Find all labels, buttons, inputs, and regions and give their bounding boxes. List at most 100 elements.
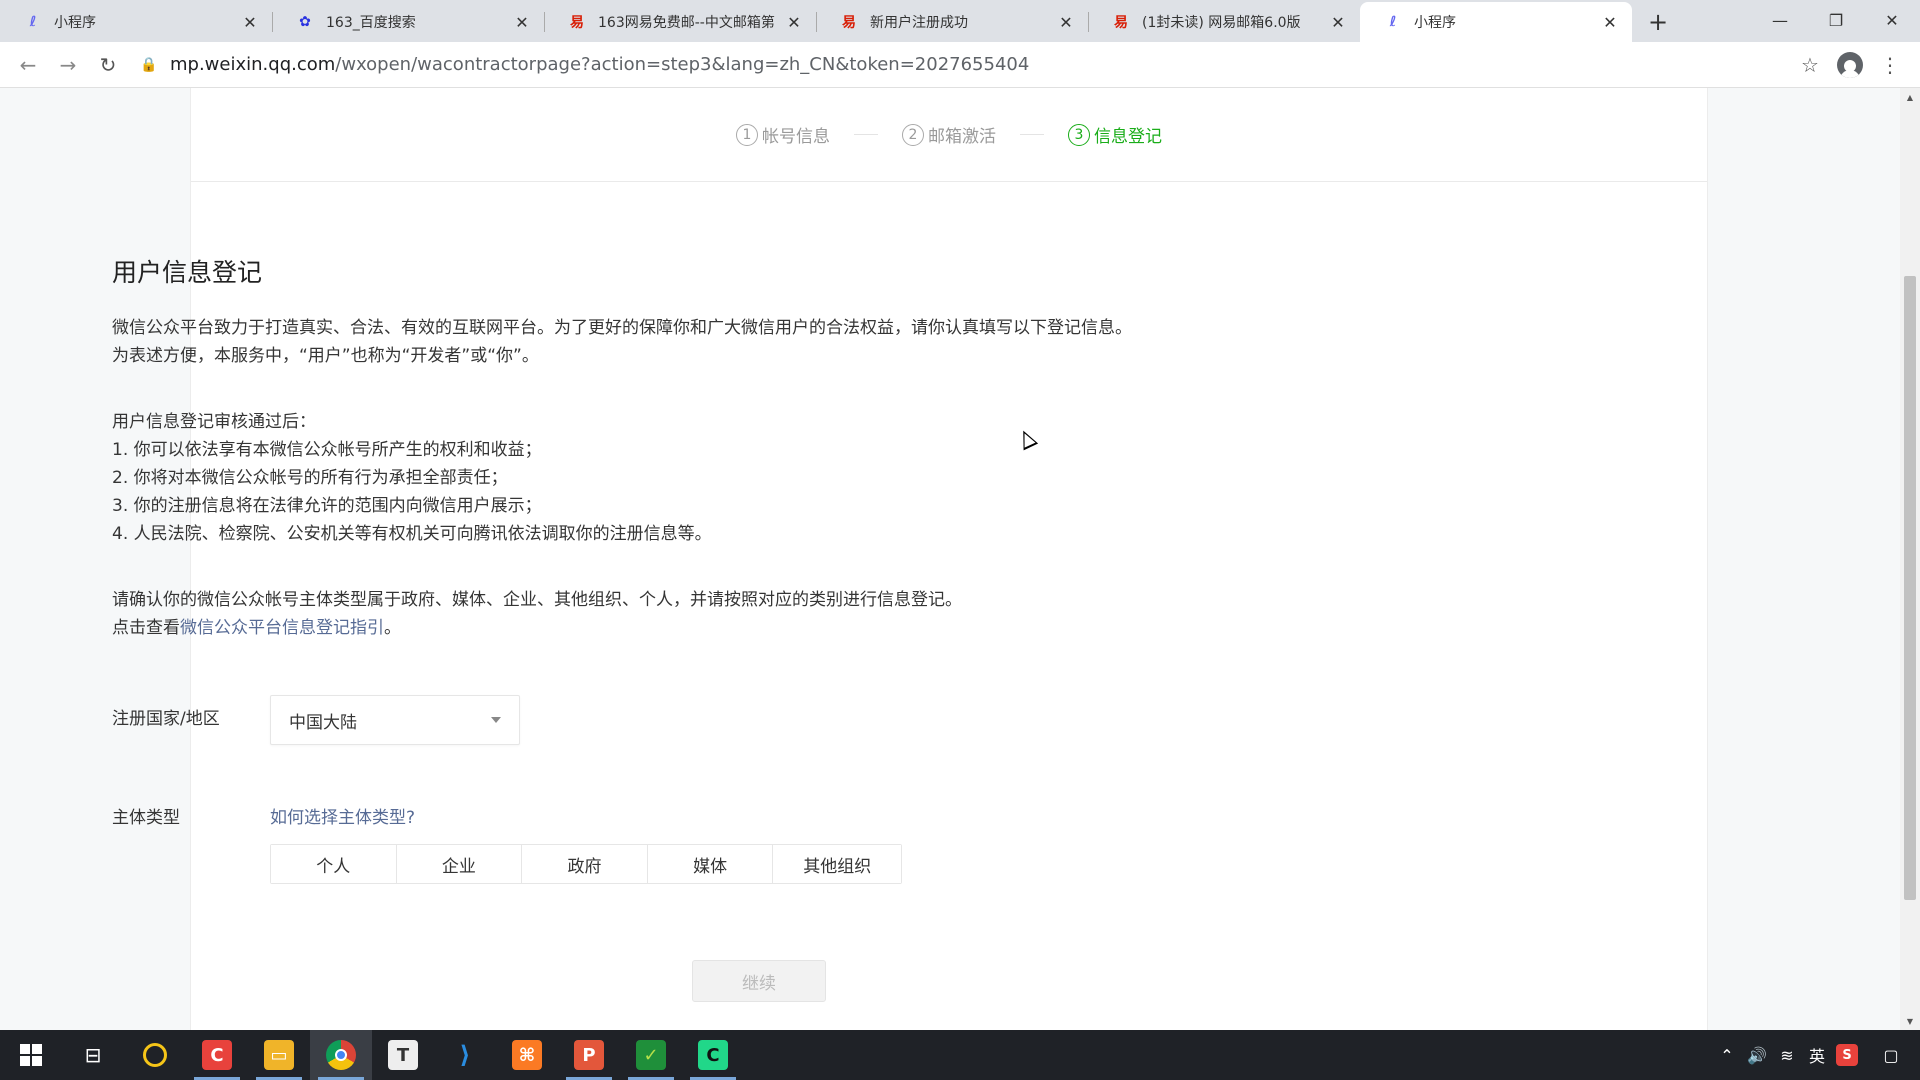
taskbar-app[interactable]: C (682, 1030, 744, 1080)
forward-arrow-icon[interactable]: → (48, 45, 88, 85)
chrome-icon (326, 1040, 356, 1070)
close-window-icon[interactable]: ✕ (1864, 0, 1920, 40)
page-title: 用户信息登记 (112, 258, 263, 287)
tab-close-icon[interactable]: ✕ (1056, 12, 1076, 32)
minimize-icon[interactable]: — (1752, 0, 1808, 40)
approval-item: 3. 你的注册信息将在法律允许的范围内向微信用户展示； (112, 496, 542, 516)
wechat-devtools-icon: ✓ (636, 1040, 666, 1070)
guide-link[interactable]: 微信公众平台信息登记指引 (180, 618, 384, 638)
app-c-green-icon: C (698, 1040, 728, 1070)
scroll-down-arrow-icon[interactable]: ▼ (1900, 1012, 1920, 1030)
scrollbar-thumb[interactable] (1904, 276, 1916, 900)
country-value: 中国大陆 (289, 712, 357, 733)
step-progress: 1 帐号信息 2 邮箱激活 3 信息登记 (191, 88, 1707, 182)
browser-tab[interactable]: 易 163网易免费邮--中文邮箱第 ✕ (544, 2, 816, 42)
caret-down-icon (491, 717, 501, 723)
entity-type-enterprise[interactable]: 企业 (396, 845, 523, 883)
step-separator (854, 134, 878, 135)
profile-avatar[interactable] (1830, 45, 1870, 85)
scroll-up-arrow-icon[interactable]: ▲ (1900, 88, 1920, 106)
tab-title: 163网易免费邮--中文邮箱第 (598, 15, 775, 31)
browser-tab[interactable]: 易 新用户注册成功 ✕ (816, 2, 1088, 42)
menu-kebab-icon[interactable]: ⋮ (1870, 45, 1910, 85)
entity-type-individual[interactable]: 个人 (271, 845, 397, 883)
step-email-activation: 2 邮箱激活 (902, 122, 996, 147)
tray-chevron-up-icon[interactable]: ⌃ (1712, 1030, 1742, 1080)
page-viewport: 1 帐号信息 2 邮箱激活 3 信息登记 用户信息登记 微信公众平台致力于打造真… (0, 88, 1920, 1030)
powerpoint-icon: P (574, 1040, 604, 1070)
continue-button[interactable]: 继续 (692, 960, 826, 1002)
new-tab-button[interactable]: + (1638, 2, 1678, 42)
taskbar-app[interactable]: P (558, 1030, 620, 1080)
circle-app-icon (143, 1043, 167, 1067)
taskbar-app[interactable]: ⟩ (434, 1030, 496, 1080)
guide-prefix: 点击查看 (112, 618, 180, 638)
back-arrow-icon[interactable]: ← (8, 45, 48, 85)
tab-close-icon[interactable]: ✕ (512, 12, 532, 32)
taskbar-app[interactable]: ✓ (620, 1030, 682, 1080)
file-explorer-icon: ▭ (264, 1040, 294, 1070)
entity-type-segmented: 个人 企业 政府 媒体 其他组织 (270, 844, 902, 884)
tab-close-icon[interactable]: ✕ (240, 12, 260, 32)
tab-title: (1封未读) 网易邮箱6.0版 (1142, 15, 1301, 31)
netease-icon: 易 (842, 15, 856, 31)
taskbar-app[interactable]: ⌘ (496, 1030, 558, 1080)
tab-title: 新用户注册成功 (870, 15, 968, 31)
country-select[interactable]: 中国大陆 (270, 695, 520, 745)
miniprogram-icon: ℓ (1389, 14, 1397, 30)
notification-icon[interactable]: ▢ (1876, 1030, 1906, 1080)
step-label: 信息登记 (1094, 127, 1162, 147)
taskbar-app[interactable]: ▭ (248, 1030, 310, 1080)
browser-tab[interactable]: ℓ 小程序 ✕ (0, 2, 272, 42)
approval-item: 1. 你可以依法享有本微信公众帐号所产生的权利和收益； (112, 440, 542, 460)
reload-icon[interactable]: ↻ (88, 45, 128, 85)
entity-type-help-link[interactable]: 如何选择主体类型? (270, 804, 902, 832)
country-row: 注册国家/地区 中国大陆 (112, 695, 520, 745)
confirm-line: 请确认你的微信公众帐号主体类型属于政府、媒体、企业、其他组织、个人，并请按照对应… (112, 590, 962, 610)
tab-close-icon[interactable]: ✕ (1328, 12, 1348, 32)
approval-paragraph: 用户信息登记审核通过后： 1. 你可以依法享有本微信公众帐号所产生的权利和收益；… (112, 408, 1312, 548)
entity-type-other-org[interactable]: 其他组织 (773, 845, 902, 883)
browser-tab[interactable]: 易 (1封未读) 网易邮箱6.0版 ✕ (1088, 2, 1360, 42)
browser-tab-active[interactable]: ℓ 小程序 ✕ (1360, 2, 1632, 42)
guide-line: 点击查看微信公众平台信息登记指引。 (112, 614, 1312, 642)
entity-type-government[interactable]: 政府 (522, 845, 648, 883)
step-info-registration: 3 信息登记 (1068, 122, 1162, 147)
vscode-icon: ⟩ (459, 1041, 471, 1069)
taskbar-app[interactable] (310, 1030, 372, 1080)
entity-type-media[interactable]: 媒体 (647, 845, 774, 883)
step-number: 1 (736, 123, 758, 146)
bookmark-star-icon[interactable]: ☆ (1790, 45, 1830, 85)
browser-tab[interactable]: ✿ 163_百度搜索 ✕ (272, 2, 544, 42)
tab-title: 小程序 (54, 15, 96, 31)
taskbar-app[interactable] (124, 1030, 186, 1080)
intro-paragraph: 微信公众平台致力于打造真实、合法、有效的互联网平台。为了更好的保障你和广大微信用… (112, 314, 1312, 370)
task-view-button[interactable]: ⊟ (62, 1030, 124, 1080)
system-tray: ⌃ 🔊 ≋ 英 S ▢ (1712, 1030, 1920, 1080)
tab-title: 小程序 (1414, 15, 1456, 31)
step-label: 邮箱激活 (928, 127, 996, 147)
page-scrollbar[interactable]: ▲ ▼ (1900, 88, 1920, 1030)
restore-icon[interactable]: ❐ (1808, 0, 1864, 40)
step-number: 3 (1068, 123, 1090, 146)
step-number: 2 (902, 123, 924, 146)
step-separator (1020, 134, 1044, 135)
volume-icon[interactable]: 🔊 (1742, 1030, 1772, 1080)
url-path: /wxopen/wacontractorpage?action=step3&la… (335, 54, 1030, 75)
sogou-ime-icon[interactable]: S (1832, 1030, 1862, 1080)
tab-close-icon[interactable]: ✕ (1600, 12, 1620, 32)
country-label: 注册国家/地区 (112, 709, 220, 729)
lock-icon[interactable]: 🔒 (140, 57, 160, 73)
approval-item: 4. 人民法院、检察院、公安机关等有权机关可向腾讯依法调取你的注册信息等。 (112, 524, 712, 544)
miniprogram-icon: ℓ (29, 14, 37, 30)
windows-logo-icon (20, 1044, 42, 1066)
tab-close-icon[interactable]: ✕ (784, 12, 804, 32)
ime-indicator[interactable]: 英 (1802, 1030, 1832, 1080)
taskbar-app[interactable]: T (372, 1030, 434, 1080)
start-button[interactable] (0, 1030, 62, 1080)
guide-suffix: 。 (384, 618, 401, 638)
address-bar[interactable]: 🔒 mp.weixin.qq.com/wxopen/wacontractorpa… (140, 47, 1790, 83)
network-icon[interactable]: ≋ (1772, 1030, 1802, 1080)
taskbar-app[interactable]: C (186, 1030, 248, 1080)
approval-heading: 用户信息登记审核通过后： (112, 412, 316, 432)
